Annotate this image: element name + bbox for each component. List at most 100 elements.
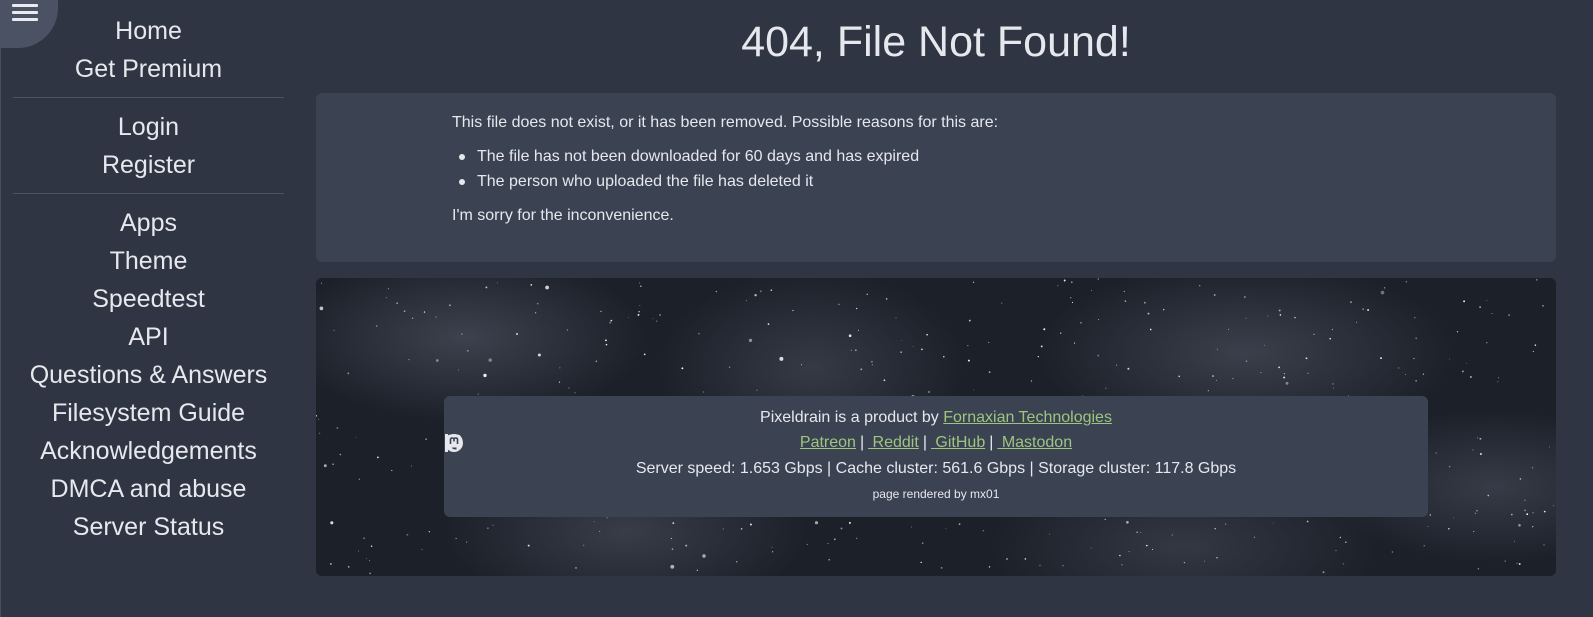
star <box>583 544 585 546</box>
error-panel: This file does not exist, or it has been… <box>316 93 1556 262</box>
star <box>1080 321 1082 324</box>
star <box>670 538 672 539</box>
star <box>1140 531 1142 533</box>
star <box>771 551 774 553</box>
star <box>1090 547 1092 549</box>
star <box>1322 571 1325 574</box>
star <box>639 304 641 306</box>
star <box>1212 375 1214 377</box>
sidebar-item-api[interactable]: API <box>13 318 284 356</box>
sidebar-item-home[interactable]: Home <box>13 12 284 50</box>
star <box>1429 514 1432 516</box>
star <box>1039 564 1041 567</box>
star <box>1024 558 1027 560</box>
sidebar-item-theme[interactable]: Theme <box>13 242 284 280</box>
sidebar-item-speedtest[interactable]: Speedtest <box>13 280 284 318</box>
star <box>685 544 688 547</box>
star <box>1214 527 1216 530</box>
sidebar-item-acknowledgements[interactable]: Acknowledgements <box>13 432 284 470</box>
mastodon-link[interactable]: Mastodon <box>447 434 1072 452</box>
star <box>928 391 930 393</box>
star <box>1216 379 1217 381</box>
star <box>545 285 549 290</box>
sidebar-item-questions-answers[interactable]: Questions & Answers <box>13 356 284 394</box>
star <box>871 364 873 366</box>
star <box>320 282 323 284</box>
star <box>1524 499 1526 501</box>
star <box>316 415 317 417</box>
star <box>1136 531 1138 533</box>
star <box>1329 337 1331 340</box>
star <box>1090 290 1092 292</box>
star <box>1476 509 1478 512</box>
star <box>1126 520 1129 524</box>
star <box>1513 540 1516 543</box>
sidebar-item-server-status[interactable]: Server Status <box>13 508 284 546</box>
star <box>943 356 945 358</box>
star <box>754 293 757 297</box>
star <box>1030 380 1033 382</box>
star <box>988 342 990 343</box>
star <box>466 349 469 352</box>
star <box>1232 378 1234 380</box>
patreon-link[interactable]: Patreon <box>445 434 856 452</box>
star <box>1536 279 1538 281</box>
star <box>672 522 675 525</box>
reddit-link[interactable]: Reddit <box>446 434 919 451</box>
star <box>945 528 947 530</box>
star <box>488 358 492 362</box>
star <box>1543 510 1546 513</box>
star <box>1119 554 1121 557</box>
apology-text: I'm sorry for the inconvenience. <box>452 207 674 224</box>
star <box>1183 561 1186 564</box>
star <box>355 436 357 438</box>
star <box>988 566 991 568</box>
star <box>1542 304 1544 307</box>
star <box>330 563 332 565</box>
patreon-link-label: Patreon <box>799 434 856 451</box>
star <box>1487 494 1490 497</box>
star <box>1404 374 1406 375</box>
star <box>639 282 641 284</box>
star <box>702 554 706 558</box>
github-link[interactable]: GitHub <box>445 434 986 452</box>
star <box>1415 337 1417 339</box>
star <box>421 548 423 550</box>
star <box>1116 364 1118 366</box>
star <box>1508 314 1510 316</box>
sidebar-item-dmca-abuse[interactable]: DMCA and abuse <box>13 470 284 508</box>
sidebar-item-register[interactable]: Register <box>13 146 284 184</box>
star <box>1344 541 1347 544</box>
star <box>1037 355 1039 358</box>
star <box>1216 348 1218 350</box>
sidebar-item-filesystem-guide[interactable]: Filesystem Guide <box>13 394 284 432</box>
list-item: The file has not been downloaded for 60 … <box>452 144 998 169</box>
star <box>1203 560 1205 562</box>
footer-product-line: Pixeldrain is a product by Fornaxian Tec… <box>444 408 1428 428</box>
star <box>911 526 913 528</box>
star <box>339 453 342 456</box>
sidebar-item-apps[interactable]: Apps <box>13 204 284 242</box>
sidebar-item-get-premium[interactable]: Get Premium <box>13 50 284 88</box>
star <box>1143 301 1146 304</box>
star <box>1435 452 1437 454</box>
sidebar-item-login[interactable]: Login <box>13 108 284 146</box>
star <box>973 389 975 391</box>
star <box>988 371 991 373</box>
nav-group-info: Apps Theme Speedtest API Questions & Ans… <box>13 204 284 546</box>
star <box>670 564 675 569</box>
star <box>574 392 576 394</box>
star <box>385 297 387 299</box>
star <box>534 312 537 314</box>
star <box>1461 370 1464 373</box>
star <box>1228 328 1229 330</box>
star <box>530 284 533 286</box>
star <box>466 541 468 543</box>
starfield-footer-background: Pixeldrain is a product by Fornaxian Tec… <box>316 278 1556 576</box>
fornaxian-technologies-link[interactable]: Fornaxian Technologies <box>943 409 1112 426</box>
star <box>1473 531 1475 532</box>
star <box>698 332 700 335</box>
star <box>369 572 371 575</box>
star <box>1245 317 1247 319</box>
github-link-label: GitHub <box>930 434 986 451</box>
